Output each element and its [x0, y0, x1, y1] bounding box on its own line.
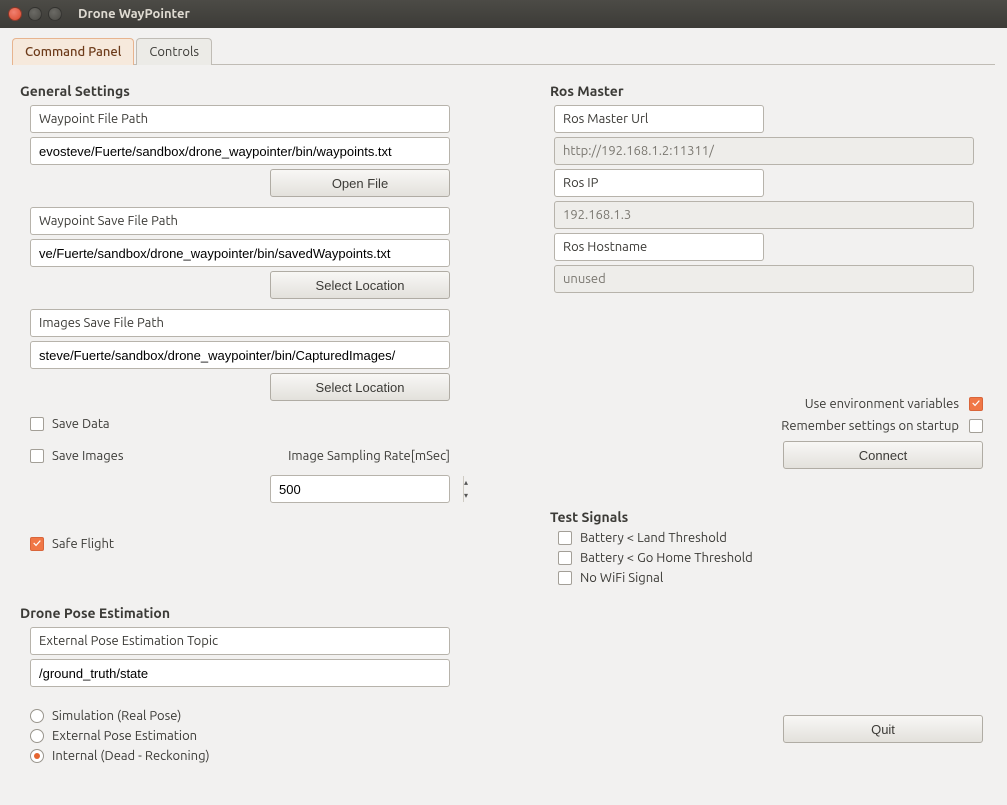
test-signals-title: Test Signals — [550, 509, 991, 525]
images-save-path-label: Images Save File Path — [30, 309, 450, 337]
window-close-icon[interactable] — [8, 7, 22, 21]
ros-ip-label: Ros IP — [554, 169, 764, 197]
ros-ip-input: 192.168.1.3 — [554, 201, 974, 229]
images-save-path-input[interactable] — [30, 341, 450, 369]
save-data-label: Save Data — [52, 417, 110, 431]
titlebar: Drone WayPointer — [0, 0, 1007, 28]
battery-land-checkbox[interactable] — [558, 531, 572, 545]
tab-controls[interactable]: Controls — [136, 38, 212, 65]
waypoint-save-path-input[interactable] — [30, 239, 450, 267]
use-env-checkbox[interactable] — [969, 397, 983, 411]
tab-bar: Command Panel Controls — [12, 38, 995, 65]
window-maximize-icon[interactable] — [48, 7, 62, 21]
sampling-rate-input[interactable] — [271, 476, 463, 502]
select-images-location-button[interactable]: Select Location — [270, 373, 450, 401]
waypoint-save-path-label: Waypoint Save File Path — [30, 207, 450, 235]
ros-hostname-label: Ros Hostname — [554, 233, 764, 261]
pose-external-radio[interactable] — [30, 729, 44, 743]
pose-internal-radio[interactable] — [30, 749, 44, 763]
use-env-label: Use environment variables — [805, 397, 959, 411]
external-pose-topic-label: External Pose Estimation Topic — [30, 627, 450, 655]
sampling-rate-up-icon[interactable]: ▴ — [464, 476, 468, 489]
open-file-button[interactable]: Open File — [270, 169, 450, 197]
battery-land-label: Battery < Land Threshold — [580, 531, 727, 545]
sampling-rate-down-icon[interactable]: ▾ — [464, 489, 468, 502]
pose-internal-label: Internal (Dead - Reckoning) — [52, 749, 210, 763]
pose-external-label: External Pose Estimation — [52, 729, 197, 743]
safe-flight-label: Safe Flight — [52, 537, 114, 551]
save-data-checkbox[interactable] — [30, 417, 44, 431]
general-settings-title: General Settings — [20, 83, 476, 99]
waypoint-file-path-input[interactable] — [30, 137, 450, 165]
ros-url-input: http://192.168.1.2:11311/ — [554, 137, 974, 165]
external-pose-topic-input[interactable] — [30, 659, 450, 687]
waypoint-file-path-label: Waypoint File Path — [30, 105, 450, 133]
save-images-checkbox[interactable] — [30, 449, 44, 463]
pose-estimation-title: Drone Pose Estimation — [20, 605, 476, 621]
pose-simulation-label: Simulation (Real Pose) — [52, 709, 181, 723]
battery-gohome-checkbox[interactable] — [558, 551, 572, 565]
save-images-label: Save Images — [52, 449, 124, 463]
connect-button[interactable]: Connect — [783, 441, 983, 469]
sampling-rate-spinbox[interactable]: ▴ ▾ — [270, 475, 450, 503]
quit-button[interactable]: Quit — [783, 715, 983, 743]
window-title: Drone WayPointer — [78, 7, 190, 21]
no-wifi-label: No WiFi Signal — [580, 571, 663, 585]
select-save-location-button[interactable]: Select Location — [270, 271, 450, 299]
pose-simulation-radio[interactable] — [30, 709, 44, 723]
tab-command-panel[interactable]: Command Panel — [12, 38, 134, 65]
remember-settings-checkbox[interactable] — [969, 419, 983, 433]
sampling-rate-label: Image Sampling Rate[mSec] — [288, 449, 450, 463]
window-minimize-icon[interactable] — [28, 7, 42, 21]
ros-hostname-input: unused — [554, 265, 974, 293]
no-wifi-checkbox[interactable] — [558, 571, 572, 585]
battery-gohome-label: Battery < Go Home Threshold — [580, 551, 753, 565]
safe-flight-checkbox[interactable] — [30, 537, 44, 551]
ros-master-title: Ros Master — [550, 83, 991, 99]
ros-url-label: Ros Master Url — [554, 105, 764, 133]
remember-settings-label: Remember settings on startup — [781, 419, 959, 433]
